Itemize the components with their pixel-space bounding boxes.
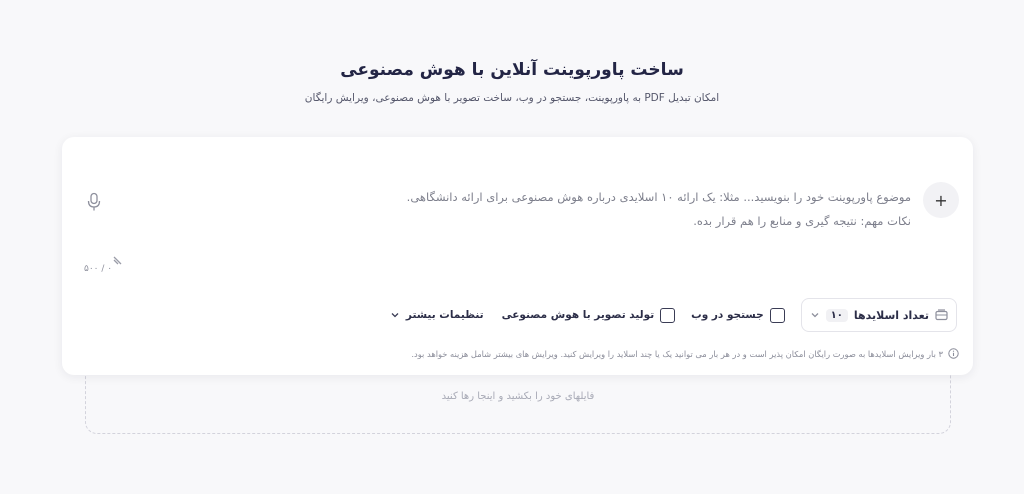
- slide-count-label: تعداد اسلایدها: [853, 308, 929, 322]
- chevron-down-icon: [391, 313, 399, 318]
- slide-count-value: ۱۰: [825, 308, 848, 322]
- options-bar: تعداد اسلایدها ۱۰ جستجو در وب تولید تصوی…: [390, 298, 957, 332]
- signal-icon: [113, 256, 122, 265]
- slide-count-select[interactable]: تعداد اسلایدها ۱۰: [800, 298, 957, 332]
- more-settings-button[interactable]: تنظیمات بیشتر: [390, 309, 484, 321]
- microphone-icon[interactable]: [86, 192, 102, 212]
- prompt-placeholder-line1: موضوع پاورپوینت خود را بنویسید... مثلا: …: [406, 190, 911, 204]
- page-header: ساخت پاورپوینت آنلاین با هوش مصنوعی امکا…: [0, 60, 1024, 104]
- plus-icon: +: [934, 190, 948, 210]
- prompt-card: + موضوع پاورپوینت خود را بنویسید... مثلا…: [62, 137, 973, 375]
- info-icon: [948, 348, 959, 359]
- edit-notice: ۳ بار ویرایش اسلایدها به صورت رایگان امک…: [411, 348, 959, 359]
- ai-image-checkbox[interactable]: [660, 307, 676, 323]
- prompt-input[interactable]: موضوع پاورپوینت خود را بنویسید... مثلا: …: [351, 185, 911, 233]
- slides-icon: [935, 309, 948, 321]
- ai-image-toggle[interactable]: تولید تصویر با هوش مصنوعی: [501, 307, 676, 323]
- dropzone-text: فایلهای خود را بکشید و اینجا رها کنید: [441, 391, 595, 402]
- chevron-down-icon: [811, 313, 819, 318]
- web-search-checkbox[interactable]: [769, 307, 785, 323]
- ai-image-label: تولید تصویر با هوش مصنوعی: [501, 309, 655, 321]
- edit-notice-text: ۳ بار ویرایش اسلایدها به صورت رایگان امک…: [411, 348, 943, 359]
- prompt-placeholder-line2: نکات مهم: نتیجه گیری و منابع را هم قرار …: [693, 214, 911, 228]
- page-subtitle: امکان تبدیل PDF به پاورپوینت، جستجو در و…: [304, 92, 720, 104]
- character-counter: ۰ / ۵۰۰: [84, 264, 113, 274]
- web-search-label: جستجو در وب: [691, 309, 764, 321]
- page-title: ساخت پاورپوینت آنلاین با هوش مصنوعی: [340, 60, 684, 80]
- web-search-toggle[interactable]: جستجو در وب: [691, 307, 785, 323]
- more-settings-label: تنظیمات بیشتر: [405, 309, 484, 321]
- add-attachment-button[interactable]: +: [923, 182, 959, 218]
